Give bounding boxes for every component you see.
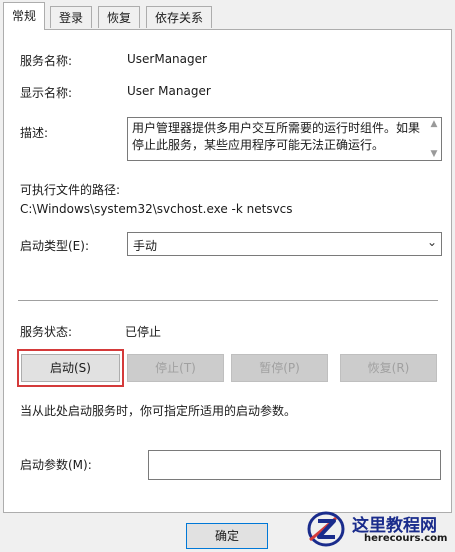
divider bbox=[18, 300, 438, 301]
service-status-label: 服务状态: bbox=[20, 325, 73, 339]
pause-button[interactable]: 暂停(P) bbox=[231, 354, 328, 382]
scroll-up-icon[interactable]: ▲ bbox=[429, 119, 439, 129]
tab-recovery[interactable]: 恢复 bbox=[98, 6, 141, 28]
tab-logon[interactable]: 登录 bbox=[50, 6, 93, 28]
description-text: 用户管理器提供多用户交互所需要的运行时组件。如果停止此服务，某些应用程序可能无法… bbox=[132, 121, 421, 152]
service-name-label: 服务名称: bbox=[20, 54, 73, 68]
scroll-down-icon[interactable]: ▼ bbox=[429, 149, 439, 159]
chevron-down-icon: ⌄ bbox=[426, 235, 437, 249]
tab-bar: 常规 登录 恢复 依存关系 bbox=[0, 0, 455, 30]
service-status-value: 已停止 bbox=[125, 325, 162, 339]
service-name-value: UserManager bbox=[127, 52, 207, 66]
startup-type-label: 启动类型(E): bbox=[20, 239, 89, 253]
start-button[interactable]: 启动(S) bbox=[21, 354, 120, 382]
description-box[interactable]: 用户管理器提供多用户交互所需要的运行时组件。如果停止此服务，某些应用程序可能无法… bbox=[127, 117, 442, 161]
ok-button[interactable]: 确定 bbox=[186, 523, 268, 549]
general-panel: 服务名称: UserManager 显示名称: User Manager 描述:… bbox=[3, 29, 452, 513]
tab-general[interactable]: 常规 bbox=[3, 2, 46, 30]
startup-params-input[interactable] bbox=[148, 450, 441, 480]
stop-button[interactable]: 停止(T) bbox=[127, 354, 224, 382]
display-name-value: User Manager bbox=[127, 84, 211, 98]
tab-dependencies[interactable]: 依存关系 bbox=[146, 6, 213, 28]
startup-type-select[interactable]: 手动 ⌄ bbox=[127, 232, 442, 256]
watermark-logo: 这里教程网 herecours.com bbox=[306, 508, 452, 550]
path-value: C:\Windows\system32\svchost.exe -k netsv… bbox=[20, 202, 293, 216]
startup-params-label: 启动参数(M): bbox=[20, 458, 92, 472]
startup-params-hint: 当从此处启动服务时，你可指定所适用的启动参数。 bbox=[20, 404, 297, 418]
description-label: 描述: bbox=[20, 126, 49, 140]
resume-button[interactable]: 恢复(R) bbox=[340, 354, 437, 382]
path-label: 可执行文件的路径: bbox=[20, 183, 121, 197]
watermark-z-icon bbox=[307, 511, 345, 547]
watermark-url: herecours.com bbox=[364, 533, 448, 544]
startup-type-value: 手动 bbox=[133, 239, 158, 253]
display-name-label: 显示名称: bbox=[20, 86, 73, 100]
